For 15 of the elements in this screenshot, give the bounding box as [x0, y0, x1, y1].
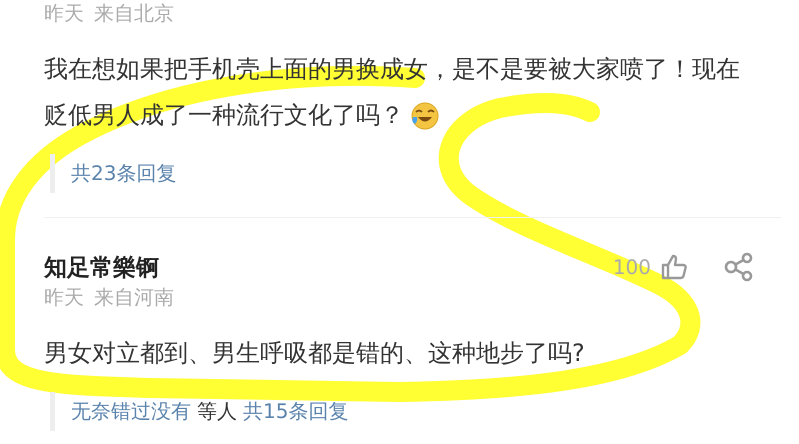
reply-block[interactable]: 无奈错过没有 等人 共15条回复	[50, 392, 348, 431]
comment-text: 男女对立都到、男生呼吸都是错的、这种地步了吗?	[44, 338, 586, 369]
comment-location: 来自北京	[94, 0, 174, 26]
username[interactable]: 知足常樂锕	[44, 252, 159, 282]
like-count: 100	[612, 255, 651, 279]
reply-count-link[interactable]: 共15条回复	[243, 398, 348, 425]
share-icon[interactable]	[723, 251, 755, 283]
comment-location: 来自河南	[94, 284, 174, 310]
reply-users-suffix: 等人	[197, 398, 237, 425]
comment-time: 昨天	[44, 284, 84, 310]
reply-block[interactable]: 共23条回复	[50, 154, 176, 193]
comment-time: 昨天	[44, 0, 84, 26]
reply-users-link[interactable]: 无奈错过没有	[71, 398, 191, 425]
thumbs-up-icon[interactable]	[659, 252, 689, 282]
reply-count-link[interactable]: 共23条回复	[71, 160, 176, 187]
